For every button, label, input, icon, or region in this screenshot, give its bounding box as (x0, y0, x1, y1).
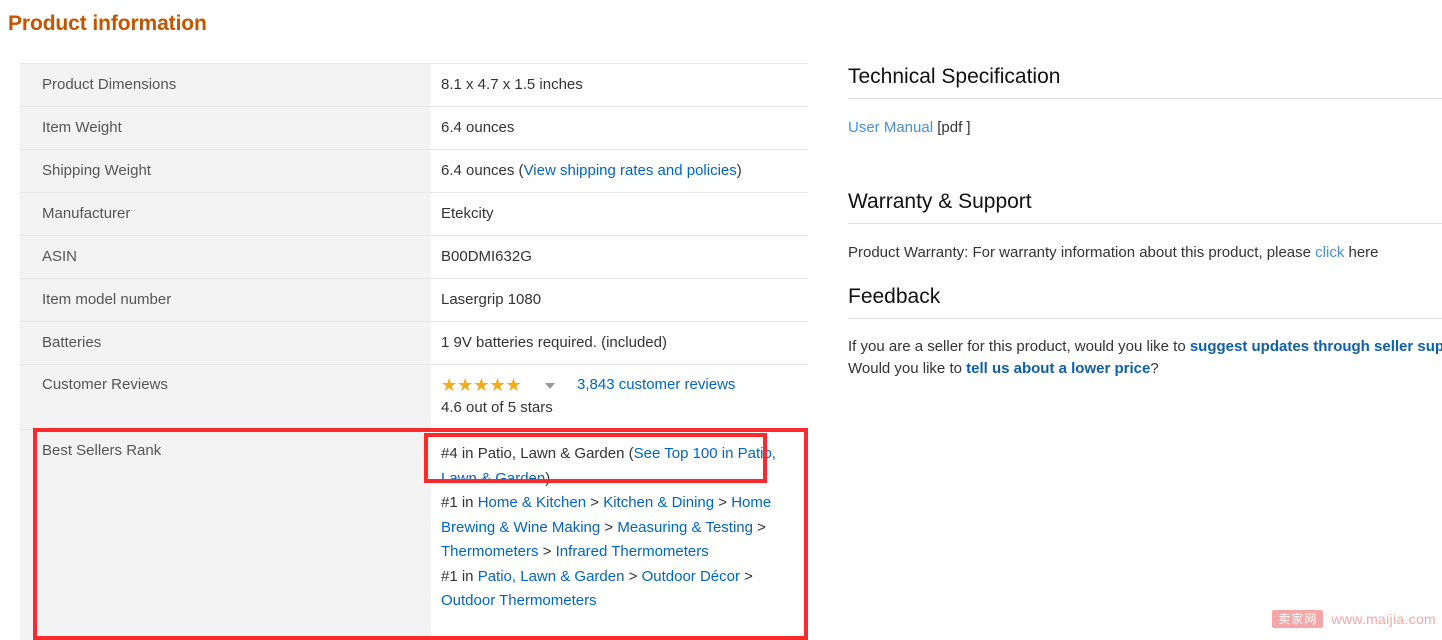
table-row: Batteries 1 9V batteries required. (incl… (20, 321, 808, 365)
breadcrumb-separator: > (752, 518, 766, 536)
breadcrumb-link[interactable]: Outdoor Thermometers (441, 592, 597, 609)
table-row-best-sellers-rank: Best Sellers Rank #4 in Patio, Lawn & Ga… (20, 429, 808, 640)
table-row: Item Weight 6.4 ounces (20, 106, 808, 150)
suggest-updates-link[interactable]: suggest updates through seller support (1190, 338, 1442, 355)
breadcrumb-link[interactable]: Infrared Thermometers (556, 543, 709, 560)
bsr-rank: #4 in (441, 445, 478, 462)
breadcrumb-link[interactable]: Home & Kitchen (478, 494, 586, 511)
row-value: 6.4 ounces (View shipping rates and poli… (431, 149, 808, 193)
warranty-text-after: here (1344, 244, 1379, 261)
bsr-breadcrumb: Patio, Lawn & Garden > Outdoor Décor > O… (441, 568, 753, 610)
table-row: Item model number Lasergrip 1080 (20, 278, 808, 322)
breadcrumb-separator: > (600, 518, 618, 536)
divider (848, 318, 1442, 319)
shipping-weight-value: 6.4 ounces (441, 162, 515, 179)
feedback-line-2: Would you like to tell us about a lower … (848, 358, 1442, 380)
watermark-badge: 卖家网 (1272, 610, 1324, 628)
table-row: Product Dimensions 8.1 x 4.7 x 1.5 inche… (20, 63, 808, 107)
bsr-entry-secondary: #1 in Home & Kitchen > Kitchen & Dining … (441, 491, 808, 565)
feedback-body: If you are a seller for this product, wo… (848, 336, 1442, 380)
breadcrumb-separator: > (624, 567, 642, 585)
chevron-down-icon[interactable] (545, 383, 555, 389)
table-row: ASIN B00DMI632G (20, 235, 808, 279)
row-value: ★★★★★ ★★★★★ 3,843 customer reviews 4.6 o… (431, 364, 808, 430)
row-label: Item model number (20, 278, 431, 322)
bsr-entry-tertiary: #1 in Patio, Lawn & Garden > Outdoor Déc… (441, 565, 808, 614)
view-shipping-rates-link[interactable]: View shipping rates and policies (524, 162, 737, 179)
breadcrumb-link[interactable]: Outdoor Décor (642, 568, 740, 585)
table-row-customer-reviews: Customer Reviews ★★★★★ ★★★★★ 3,843 custo… (20, 364, 808, 430)
stars-filled: ★★★★★ (441, 376, 522, 394)
table-row: Shipping Weight 6.4 ounces (View shippin… (20, 149, 808, 193)
feedback-line-1: If you are a seller for this product, wo… (848, 336, 1442, 358)
row-value: 6.4 ounces (431, 106, 808, 150)
table-row: Manufacturer Etekcity (20, 192, 808, 236)
product-information-pane: Product information Product Dimensions 8… (0, 0, 830, 640)
row-label: ASIN (20, 235, 431, 279)
warranty-text: Product Warranty: For warranty informati… (848, 244, 1316, 261)
feedback-heading: Feedback (848, 285, 941, 308)
breadcrumb-link[interactable]: Kitchen & Dining (603, 494, 714, 511)
feedback-text-1: If you are a seller for this product, wo… (848, 338, 1190, 355)
paren-open: ( (514, 162, 524, 179)
user-manual-format: [pdf ] (933, 119, 971, 136)
row-label: Best Sellers Rank (20, 429, 431, 640)
divider (848, 223, 1442, 224)
user-manual-link[interactable]: User Manual (848, 119, 933, 136)
star-rating[interactable]: ★★★★★ ★★★★★ 3,843 customer reviews (441, 376, 808, 394)
bsr-rank: #1 in (441, 494, 478, 511)
warranty-click-here-link[interactable]: click (1315, 244, 1344, 261)
right-sidebar-pane: Technical Specification User Manual [pdf… (830, 0, 1442, 640)
breadcrumb-separator: > (586, 494, 604, 511)
row-value: 1 9V batteries required. (included) (431, 321, 808, 365)
rating-text: 4.6 out of 5 stars (441, 399, 553, 416)
breadcrumb-separator: > (538, 543, 556, 560)
row-value: Etekcity (431, 192, 808, 236)
breadcrumb-link[interactable]: Thermometers (441, 543, 539, 560)
customer-reviews-link[interactable]: 3,843 customer reviews (577, 376, 735, 394)
bsr-rank: #1 in (441, 567, 478, 585)
technical-specification-body: User Manual [pdf ] (848, 117, 971, 139)
breadcrumb-separator: > (714, 494, 732, 511)
bsr-category: Patio, Lawn & Garden (477, 445, 625, 462)
page-title: Product information (8, 12, 207, 35)
star-icon-group: ★★★★★ ★★★★★ (441, 376, 538, 394)
bsr-entry-primary: #4 in Patio, Lawn & Garden (See Top 100 … (441, 442, 808, 491)
row-label: Shipping Weight (20, 149, 431, 193)
lower-price-link[interactable]: tell us about a lower price (966, 360, 1150, 377)
divider (848, 98, 1442, 99)
row-label: Customer Reviews (20, 364, 431, 430)
technical-specification-heading: Technical Specification (848, 65, 1061, 88)
bsr-breadcrumb: Home & Kitchen > Kitchen & Dining > Home… (441, 494, 771, 560)
row-value: Lasergrip 1080 (431, 278, 808, 322)
paren-open: ( (624, 445, 634, 462)
product-information-table: Product Dimensions 8.1 x 4.7 x 1.5 inche… (20, 63, 808, 640)
warranty-support-heading: Warranty & Support (848, 190, 1032, 213)
breadcrumb-link[interactable]: Patio, Lawn & Garden (478, 568, 625, 585)
breadcrumb-link[interactable]: Measuring & Testing (617, 519, 753, 536)
row-label: Manufacturer (20, 192, 431, 236)
row-value: 8.1 x 4.7 x 1.5 inches (431, 63, 808, 107)
paren-close: ) (736, 162, 742, 179)
row-label: Item Weight (20, 106, 431, 150)
paren-close: ) (545, 469, 551, 487)
breadcrumb-separator: > (739, 567, 753, 585)
watermark: 卖家网 www.maijia.com (1272, 610, 1436, 628)
watermark-url: www.maijia.com (1331, 611, 1436, 627)
row-value: B00DMI632G (431, 235, 808, 279)
feedback-text-2-after: ? (1150, 360, 1159, 377)
row-value: #4 in Patio, Lawn & Garden (See Top 100 … (431, 429, 808, 640)
warranty-support-body: Product Warranty: For warranty informati… (848, 242, 1379, 264)
feedback-text-2: Would you like to (848, 360, 967, 377)
row-label: Product Dimensions (20, 63, 431, 107)
row-label: Batteries (20, 321, 431, 365)
